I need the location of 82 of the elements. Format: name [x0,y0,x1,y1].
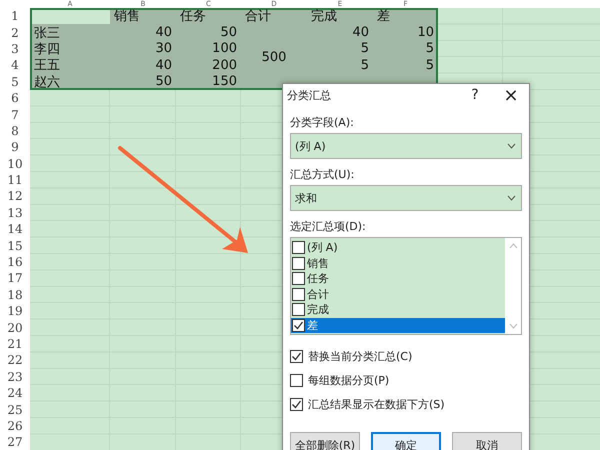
checkbox[interactable] [292,256,305,270]
row-header[interactable]: 5 [0,74,30,90]
row-header[interactable]: 13 [0,204,30,222]
table-cell-text: 任务 [180,8,206,26]
row-header[interactable]: 18 [0,286,30,304]
table-cell: 5 [360,41,369,56]
list-item[interactable]: 销售 [291,256,505,271]
row-header[interactable]: 15 [0,237,30,254]
checkbox[interactable] [292,288,305,301]
checkbox[interactable] [290,350,303,363]
checkbox[interactable] [292,241,305,254]
checkbox[interactable] [292,318,305,332]
table-cell-text: 差 [377,8,390,26]
table-cell-text: 张三 [34,24,60,42]
row-header[interactable]: 4 [0,57,30,74]
help-button[interactable]: ? [457,84,493,106]
table-cell-text: 王五 [34,57,60,74]
checkbox[interactable] [292,272,305,286]
list-item[interactable]: 完成 [291,302,505,318]
table-cell: 50 [155,74,172,90]
table-cell-text: 合计 [245,8,271,26]
row-header[interactable]: 23 [0,368,30,385]
table-cell: 200 [212,58,237,73]
row-header[interactable]: 11 [0,172,30,188]
row-header[interactable]: 19 [0,303,30,320]
method-label: 汇总方式(U): [290,167,356,182]
table-cell: 5 [426,41,434,56]
items-label: 选定汇总项(D): [290,219,367,234]
chevron-down-icon [507,195,516,201]
dialog-button[interactable]: 全部删除(R) [290,432,360,450]
row-header[interactable]: 3 [0,40,30,58]
row-header[interactable]: 2 [0,24,30,41]
row-header[interactable]: 14 [0,221,30,238]
field-label: 分类字段(A): [290,115,355,130]
option-label: 替换当前分类汇总(C) [308,349,412,364]
row-header[interactable]: 26 [0,418,30,434]
row-header[interactable]: 25 [0,401,30,418]
table-cell-text: 赵六 [34,74,60,91]
row-header[interactable]: 12 [0,188,30,205]
option-label: 汇总结果显示在数据下方(S) [308,397,445,412]
table-cell-text: 李四 [34,40,60,58]
table-cell: 10 [417,25,434,40]
dialog-button[interactable]: 取消 [452,432,522,450]
row-header[interactable]: 17 [0,270,30,287]
row-header[interactable]: 20 [0,319,30,336]
list-item[interactable]: 差 [291,318,505,333]
table-cell: 40 [155,25,172,40]
row-header[interactable]: 24 [0,384,30,402]
list-item[interactable]: 合计 [291,286,505,302]
row-header[interactable]: 10 [0,156,30,172]
field-dropdown[interactable]: (列 A) [290,133,522,159]
table-cell: 5 [360,58,369,73]
table-cell-text: 销售 [114,8,140,26]
row-header[interactable]: 7 [0,106,30,123]
row-header[interactable]: 8 [0,122,30,140]
table-cell: 100 [212,41,237,56]
list-item[interactable]: (列 A) [291,240,505,256]
table-cell: 5 [426,58,434,73]
dialog-title: 分类汇总 [287,88,332,102]
close-button[interactable]: × [493,84,529,106]
row-header[interactable]: 21 [0,336,30,352]
table-cell: 50 [220,25,237,40]
checkbox[interactable] [292,303,305,316]
option-label: 每组数据分页(P) [308,373,390,388]
table-cell: 30 [155,41,172,56]
checkbox[interactable] [290,374,303,387]
row-header[interactable]: 6 [0,90,30,106]
table-cell: 40 [352,25,369,40]
list-item[interactable]: 任务 [291,271,505,286]
table-cell: 150 [212,74,237,90]
dialog-button[interactable]: 确定 [371,432,441,450]
row-header[interactable]: 16 [0,254,30,270]
row-header[interactable]: 27 [0,434,30,450]
row-header[interactable]: 9 [0,139,30,156]
table-cell: 500 [262,50,286,65]
row-header[interactable]: 22 [0,352,30,369]
checkbox[interactable] [290,398,303,411]
method-dropdown[interactable]: 求和 [290,185,522,211]
table-cell: 40 [155,58,172,73]
chevron-down-icon [507,143,516,149]
table-cell-text: 完成 [311,8,337,26]
row-header[interactable]: 1 [0,8,30,24]
